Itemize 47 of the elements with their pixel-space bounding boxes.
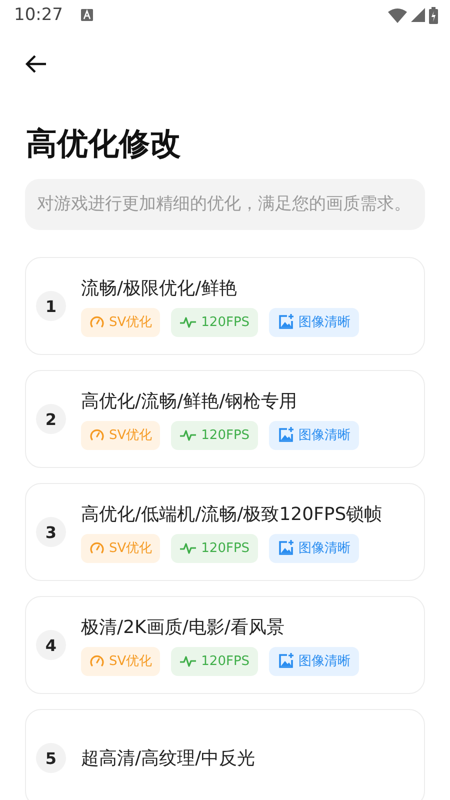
- preset-name: 高优化/流畅/鲜艳/钢枪专用: [81, 390, 298, 412]
- preset-number: 3: [36, 517, 66, 547]
- gauge-icon: [89, 427, 105, 443]
- tag-label: 图像清晰: [298, 427, 351, 444]
- pulse-icon: [179, 315, 198, 329]
- tag-label: 120FPS: [201, 428, 250, 442]
- pulse-icon: [179, 654, 198, 668]
- tag-label: 图像清晰: [298, 653, 351, 670]
- status-time: 10:27: [14, 5, 63, 25]
- image-icon: [276, 313, 295, 331]
- gauge-icon: [89, 653, 105, 669]
- image-icon: [276, 426, 295, 444]
- preset-number: 1: [36, 291, 66, 321]
- pulse-icon: [179, 428, 198, 442]
- preset-card[interactable]: 4 极清/2K画质/电影/看风景 SV优化 120FPS 图像清晰: [25, 596, 425, 694]
- page-title: 高优化修改: [26, 125, 182, 164]
- preset-name: 极清/2K画质/电影/看风景: [81, 616, 286, 638]
- preset-name: 高优化/低端机/流畅/极致120FPS锁帧: [81, 502, 382, 526]
- tag-label: 120FPS: [201, 314, 250, 330]
- preset-number: 4: [36, 630, 66, 660]
- gauge-icon: [89, 314, 105, 330]
- tag-label: SV优化: [109, 427, 152, 444]
- preset-name: 流畅/极限优化/鲜艳: [81, 276, 238, 300]
- gauge-icon: [89, 540, 105, 556]
- preset-card[interactable]: 1 流畅/极限优化/鲜艳 SV优化 120FPS 图像清晰: [25, 257, 425, 355]
- keyboard-notification-icon: [81, 9, 93, 21]
- tag-label: 图像清晰: [298, 314, 351, 331]
- tag-label: 120FPS: [201, 654, 250, 668]
- tag-label: 图像清晰: [298, 540, 351, 557]
- image-icon: [276, 652, 295, 670]
- preset-name: 超高清/高纹理/中反光: [81, 747, 256, 770]
- tag-label: SV优化: [109, 653, 152, 670]
- back-arrow-icon: [25, 55, 47, 73]
- wifi-icon: [388, 8, 407, 22]
- image-icon: [276, 539, 295, 557]
- pulse-icon: [179, 541, 198, 555]
- preset-number: 5: [36, 743, 66, 773]
- preset-number: 2: [36, 404, 66, 434]
- signal-icon: [411, 8, 425, 22]
- preset-card[interactable]: 3 高优化/低端机/流畅/极致120FPS锁帧 SV优化 120FPS 图像清晰: [25, 483, 425, 581]
- tag-label: 120FPS: [201, 540, 250, 556]
- tag-label: SV优化: [109, 540, 152, 557]
- description-text: 对游戏进行更加精细的优化，满足您的画质需求。: [25, 179, 425, 230]
- preset-card[interactable]: 5 超高清/高纹理/中反光: [25, 709, 425, 800]
- battery-icon: [429, 6, 438, 24]
- preset-card[interactable]: 2 高优化/流畅/鲜艳/钢枪专用 SV优化 120FPS 图像清晰: [25, 370, 425, 468]
- tag-label: SV优化: [109, 314, 152, 331]
